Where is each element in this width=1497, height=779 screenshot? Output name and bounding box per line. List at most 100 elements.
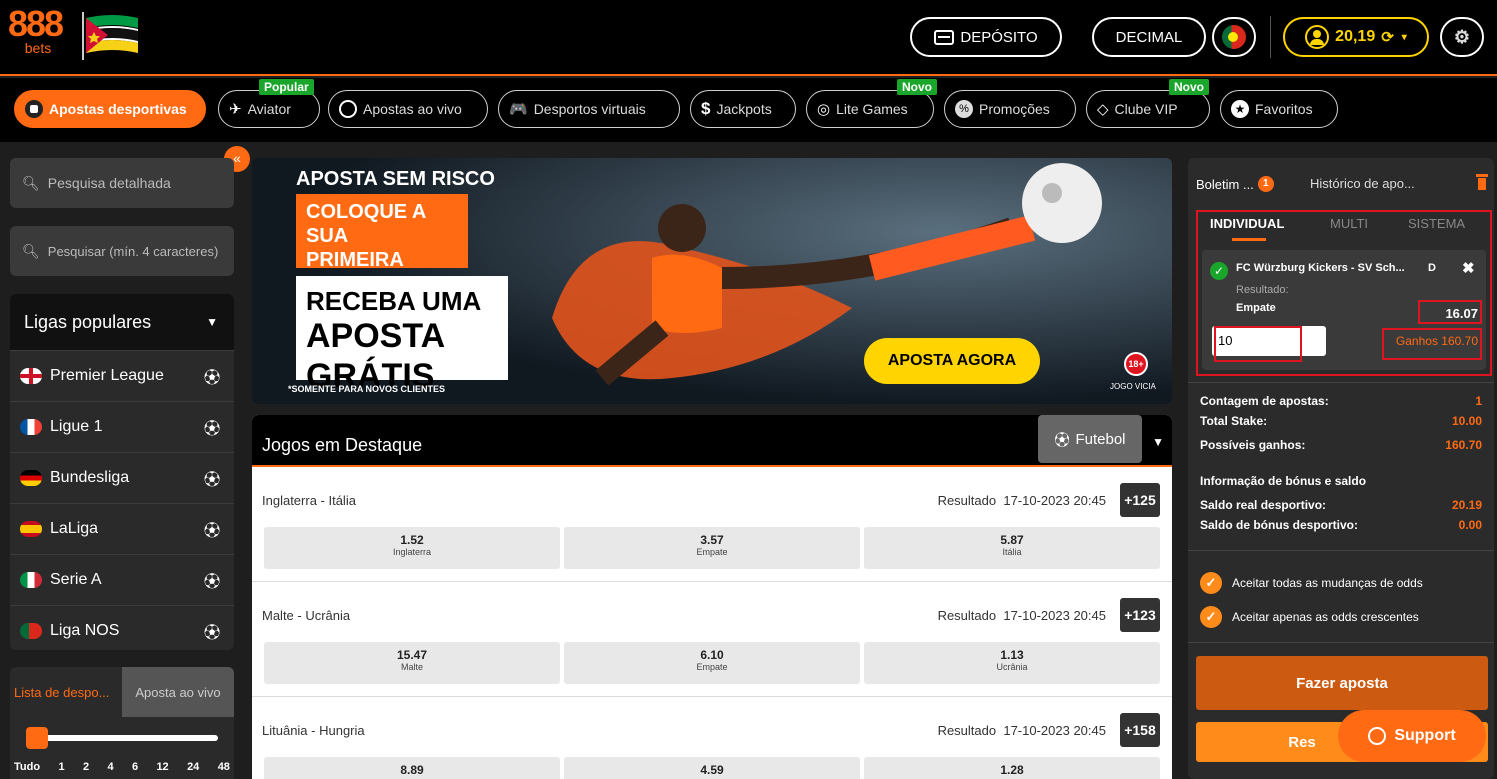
trash-icon[interactable] [1476,174,1488,190]
detailed-search-button[interactable]: 🔍︎ Pesquisa detalhada [10,158,234,208]
nav-label: Apostas ao vivo [363,101,462,117]
option-label: Aceitar apenas as odds crescentes [1232,610,1419,624]
league-item-ligue-1[interactable]: Ligue 1 ⚽︎ [10,401,234,452]
germany-flag-icon [20,470,42,486]
banner-highlight-box: COLOQUE A SUA PRIMEIRA APOSTA [296,194,468,295]
odds-button[interactable]: 5.87 Itália [864,527,1160,569]
bonus-label: Saldo de bónus desportivo: [1200,518,1359,532]
nav-aviator[interactable]: Popular ✈ Aviator [218,79,320,128]
tab-bet-history[interactable]: Histórico de apo... [1310,176,1415,191]
more-markets-button[interactable]: +123 [1120,598,1160,632]
tab-betslip[interactable]: Boletim ... 1 [1196,176,1274,192]
tab-live-bet[interactable]: Aposta ao vivo [122,667,234,717]
time-filter-label[interactable]: 24 [187,761,199,773]
nav-lite-games[interactable]: Novo ◎ Lite Games [806,79,937,128]
odds-button[interactable]: 1.52 Inglaterra [264,527,560,569]
odds-value: 1.52 [400,533,424,547]
time-filter-label[interactable]: 4 [107,761,113,773]
time-filter-label[interactable]: 2 [83,761,89,773]
place-bet-button[interactable]: Fazer aposta [1196,656,1488,710]
match-row: Lituânia - Hungria Resultado 17-10-2023 … [252,697,1172,779]
odds-label: Itália [1002,547,1022,557]
live-clock-icon [339,100,357,118]
plane-icon: ✈ [229,101,242,118]
more-markets-button[interactable]: +125 [1120,483,1160,517]
nav-virtual-sports[interactable]: 🎮 Desportos virtuais [498,90,680,128]
new-tag: Novo [897,79,937,95]
accept-all-odds-checkbox[interactable]: ✓ Aceitar todas as mudanças de odds [1200,572,1423,594]
league-item-serie-a[interactable]: Serie A ⚽︎ [10,554,234,605]
tab-sports-list[interactable]: Lista de despo... [10,667,122,717]
accept-higher-odds-checkbox[interactable]: ✓ Aceitar apenas as odds crescentes [1200,606,1419,628]
language-button[interactable] [1212,17,1256,57]
nav-promotions[interactable]: % Promoções [944,90,1076,128]
chevron-down-icon: ▼ [206,315,218,329]
nav-jackpots[interactable]: $ Jackpots [690,90,796,128]
promo-banner[interactable]: APOSTA SEM RISCO COLOQUE A SUA PRIMEIRA … [252,158,1172,404]
match-name[interactable]: Inglaterra - Itália [262,493,356,508]
odds-format-button[interactable]: DECIMAL [1092,17,1206,57]
tab-multi[interactable]: MULTI [1330,216,1368,231]
time-slider-track[interactable] [38,735,218,741]
sports-list-panel: Lista de despo... Aposta ao vivo Tudo 1 … [10,667,234,779]
odds-button[interactable]: 1.28 [864,757,1160,779]
league-item-premier-league[interactable]: Premier League ⚽︎ [10,350,234,401]
league-label: Premier League [50,367,164,384]
time-filter-label[interactable]: 1 [58,761,64,773]
gamepad-icon: 🎮 [509,101,528,118]
league-label: Ligue 1 [50,418,103,435]
match-date: Resultado 17-10-2023 20:45 [938,493,1106,508]
match-name[interactable]: Malte - Ucrânia [262,608,350,623]
leagues-header[interactable]: Ligas populares ▼ [10,294,234,350]
nav-vip-club[interactable]: Novo ◇ Clube VIP [1086,79,1210,128]
settings-button[interactable]: ⚙ [1440,17,1484,57]
chevron-down-icon: ▾ [1401,31,1407,43]
brand-logo[interactable]: 888 bets [8,6,68,62]
odds-button[interactable]: 15.47 Malte [264,642,560,684]
more-markets-button[interactable]: +158 [1120,713,1160,747]
bonus-value: 20.19 [1451,498,1482,512]
time-filter-label[interactable]: 6 [132,761,138,773]
tab-individual[interactable]: INDIVIDUAL [1210,216,1284,231]
search-input[interactable]: 🔍︎ Pesquisar (mín. 4 caracteres) [10,226,234,276]
nav-live-betting[interactable]: Apostas ao vivo [328,90,488,128]
nav-sports-betting[interactable]: Apostas desportivas [14,90,206,128]
support-button[interactable]: Support [1338,710,1486,762]
match-name[interactable]: Lituânia - Hungria [262,723,365,738]
star-icon: ★ [1231,100,1249,118]
time-filter-label[interactable]: Tudo [14,761,40,773]
odds-button[interactable]: 1.13 Ucrânia [864,642,1160,684]
betslip-count-badge: 1 [1257,176,1274,192]
account-balance-button[interactable]: 20,19 ⟳ ▾ [1283,17,1429,57]
bet-now-button[interactable]: APOSTA AGORA [864,338,1040,384]
league-item-laliga[interactable]: LaLiga ⚽︎ [10,503,234,554]
nav-label: Desportos virtuais [533,101,646,117]
time-filter-label[interactable]: 12 [156,761,168,773]
checkmark-icon: ✓ [1200,606,1222,628]
time-filter-label[interactable]: 48 [218,761,230,773]
odds-value: 8.89 [400,763,424,777]
odds-button[interactable]: 3.57 Empate [564,527,860,569]
close-icon[interactable]: ✖ [1462,259,1475,277]
sport-selector[interactable]: ⚽︎ Futebol [1038,415,1142,463]
match-row: Malte - Ucrânia Resultado 17-10-2023 20:… [252,582,1172,697]
league-item-liga-nos[interactable]: Liga NOS ⚽︎ [10,605,234,650]
soccer-ball-icon [25,100,43,118]
featured-header: Jogos em Destaque ⚽︎ Futebol ▼ [252,415,1172,467]
country-flag-icon [82,12,140,60]
odds-button[interactable]: 8.89 [264,757,560,779]
nav-label: Promoções [979,101,1050,117]
odds-button[interactable]: 4.59 [564,757,860,779]
deposit-button[interactable]: DEPÓSITO [910,17,1062,57]
nav-favorites[interactable]: ★ Favoritos [1220,90,1338,128]
chevron-down-icon[interactable]: ▼ [1152,435,1164,449]
odds-value: 5.87 [1000,533,1024,547]
divider [1188,382,1494,383]
league-item-bundesliga[interactable]: Bundesliga ⚽︎ [10,452,234,503]
spain-flag-icon [20,521,42,537]
france-flag-icon [20,419,42,435]
tab-system[interactable]: SISTEMA [1408,216,1465,231]
time-slider-handle[interactable] [26,727,48,749]
odds-button[interactable]: 6.10 Empate [564,642,860,684]
logo-main: 888 [8,3,64,44]
